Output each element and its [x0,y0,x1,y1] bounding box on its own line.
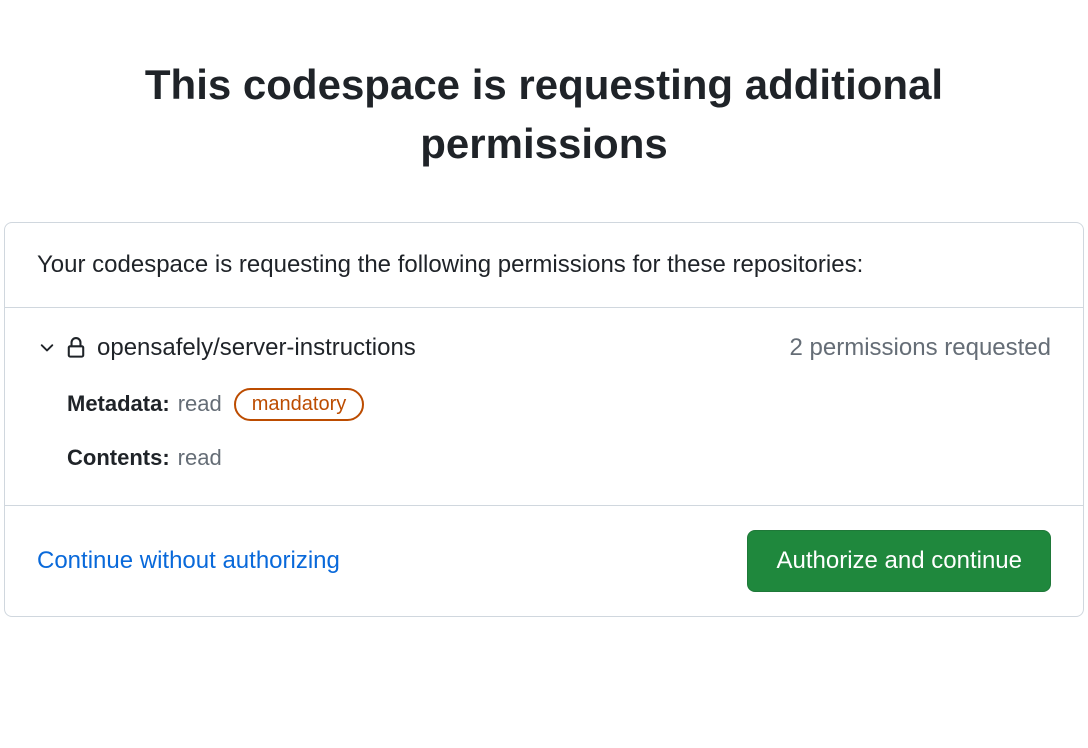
permissions-count: 2 permissions requested [790,334,1051,362]
permission-row: Contents: read [67,445,1051,471]
mandatory-badge: mandatory [234,388,365,421]
permissions-dialog: This codespace is requesting additional … [0,0,1088,617]
chevron-down-icon [37,338,57,358]
permission-value: read [178,391,222,417]
repository-name: opensafely/server-instructions [97,334,416,362]
page-title: This codespace is requesting additional … [0,0,1088,222]
permissions-list: Metadata: read mandatory Contents: read [37,388,1051,471]
permissions-card: Your codespace is requesting the followi… [4,222,1084,617]
repository-header-left: opensafely/server-instructions [37,334,416,362]
permission-label: Metadata: [67,391,170,417]
authorize-and-continue-button[interactable]: Authorize and continue [747,530,1051,592]
repository-section: opensafely/server-instructions 2 permiss… [5,308,1083,505]
permission-value: read [178,445,222,471]
lock-icon [65,337,87,359]
card-description: Your codespace is requesting the followi… [5,223,1083,308]
repository-header[interactable]: opensafely/server-instructions 2 permiss… [37,334,1051,362]
actions-footer: Continue without authorizing Authorize a… [5,505,1083,616]
permission-row: Metadata: read mandatory [67,388,1051,421]
permission-label: Contents: [67,445,170,471]
continue-without-authorizing-link[interactable]: Continue without authorizing [37,547,340,575]
